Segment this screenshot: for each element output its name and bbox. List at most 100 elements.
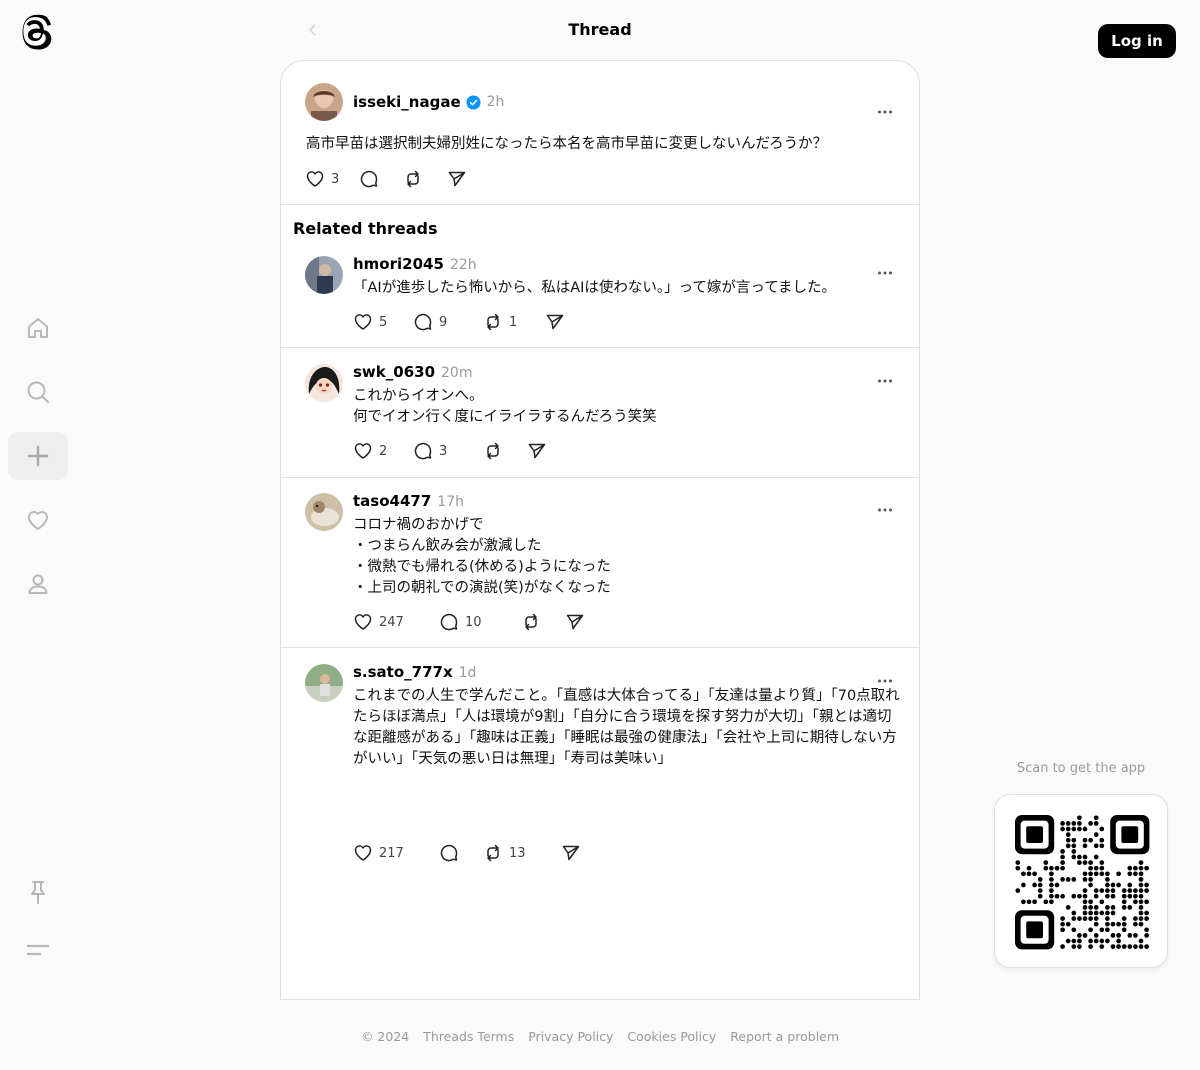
like-button[interactable]: 3	[305, 168, 359, 190]
share-icon	[562, 845, 580, 861]
post-actions: 247 10	[353, 611, 585, 633]
list-item[interactable]: s.sato_777x 1d これまでの人生で学んだこと。「直感は大体合ってる」…	[281, 649, 919, 862]
nav-menu[interactable]	[8, 926, 68, 974]
repost-button[interactable]: 13	[483, 842, 561, 864]
post-actions: 5 9 1	[353, 311, 565, 333]
reply-count: 9	[439, 314, 448, 330]
reply-button[interactable]: 9	[413, 311, 483, 333]
post-header: taso4477 17h	[353, 492, 464, 510]
like-button[interactable]: 5	[353, 311, 413, 333]
repost-count: 13	[509, 845, 526, 861]
share-button[interactable]	[561, 842, 581, 864]
nav-pin[interactable]	[8, 868, 68, 916]
footer-terms-link[interactable]: Threads Terms	[423, 1029, 514, 1044]
post-actions: 217 13	[353, 842, 581, 864]
list-item[interactable]: swk_0630 20m これからイオンへ。 何でイオン行く度にイライラするんだ…	[281, 349, 919, 478]
reply-button[interactable]: 3	[413, 440, 483, 462]
more-icon[interactable]	[877, 369, 893, 383]
avatar[interactable]	[305, 664, 343, 702]
like-button[interactable]: 2	[353, 440, 413, 462]
nav-profile[interactable]	[8, 560, 68, 608]
share-button[interactable]	[527, 440, 547, 462]
post-header: isseki_nagae 2h	[353, 93, 504, 111]
repost-button[interactable]	[521, 611, 565, 633]
verified-badge-icon	[466, 94, 481, 110]
thread-card: isseki_nagae 2h 高市早苗は選択制夫婦別姓になったら本名を高市早苗…	[280, 60, 920, 1000]
avatar[interactable]	[305, 364, 343, 402]
post-time: 22h	[449, 257, 477, 273]
repost-button[interactable]	[483, 440, 527, 462]
nav-home[interactable]	[8, 304, 68, 352]
qr-code-icon	[1015, 815, 1150, 950]
list-item[interactable]: taso4477 17h コロナ禍のおかげで ・つまらん飲み会が激減した ・微熱…	[281, 478, 919, 648]
post-time: 2h	[486, 94, 505, 110]
like-button[interactable]: 247	[353, 611, 439, 633]
search-icon	[27, 381, 49, 403]
reply-count: 10	[465, 614, 482, 630]
qr-label: Scan to get the app	[1016, 761, 1146, 776]
share-icon	[448, 171, 466, 187]
post-text: これまでの人生で学んだこと。「直感は大体合ってる」「友達は量より質」「70点取れ…	[353, 688, 900, 767]
footer-cookies-link[interactable]: Cookies Policy	[627, 1029, 716, 1044]
profile-icon	[28, 574, 48, 594]
heart-icon	[306, 171, 324, 187]
post-time: 20m	[441, 365, 473, 381]
username[interactable]: isseki_nagae	[353, 93, 461, 111]
username[interactable]: s.sato_777x	[353, 663, 453, 681]
share-button[interactable]	[565, 611, 585, 633]
list-item[interactable]: hmori2045 22h 「AIが進歩したら怖いから、私はAIは使わない。」っ…	[281, 243, 919, 348]
more-icon[interactable]	[877, 100, 893, 114]
username[interactable]: swk_0630	[353, 363, 435, 381]
more-icon[interactable]	[877, 669, 893, 683]
post-text: 「AIが進歩したら怖いから、私はAIは使わない。」って嫁が言ってました。	[353, 280, 836, 296]
page-title: Thread	[568, 20, 632, 39]
reply-button[interactable]	[359, 168, 403, 190]
repost-button[interactable]	[403, 168, 447, 190]
heart-icon	[354, 314, 372, 330]
comment-icon	[440, 613, 458, 631]
footer: © 2024 Threads Terms Privacy Policy Cook…	[0, 1029, 1200, 1044]
more-icon[interactable]	[877, 498, 893, 512]
repost-icon	[487, 844, 499, 862]
post-header: s.sato_777x 1d	[353, 663, 476, 681]
heart-icon	[354, 614, 372, 630]
repost-button[interactable]: 1	[483, 311, 545, 333]
nav-create[interactable]	[8, 432, 68, 480]
share-button[interactable]	[447, 168, 467, 190]
post-time: 1d	[458, 665, 477, 681]
avatar[interactable]	[305, 256, 343, 294]
login-button[interactable]: Log in	[1098, 24, 1176, 58]
like-count: 5	[379, 314, 388, 330]
activity-icon	[28, 511, 48, 530]
pin-icon	[31, 881, 45, 904]
username[interactable]: taso4477	[353, 492, 431, 510]
comment-icon	[360, 170, 378, 188]
qr-code[interactable]	[994, 794, 1168, 968]
footer-report-link[interactable]: Report a problem	[730, 1029, 839, 1044]
like-count: 217	[379, 845, 404, 861]
share-button[interactable]	[545, 311, 565, 333]
main-post: isseki_nagae 2h 高市早苗は選択制夫婦別姓になったら本名を高市早苗…	[281, 61, 919, 205]
repost-icon	[525, 613, 537, 631]
nav-search[interactable]	[8, 368, 68, 416]
reply-button[interactable]	[439, 842, 483, 864]
comment-icon	[414, 313, 432, 331]
avatar[interactable]	[305, 83, 343, 121]
post-text: コロナ禍のおかげで ・つまらん飲み会が激減した ・微熱でも帰れる(休める)ように…	[353, 517, 611, 596]
more-icon[interactable]	[877, 261, 893, 275]
avatar[interactable]	[305, 493, 343, 531]
share-icon	[528, 443, 546, 459]
share-icon	[566, 614, 584, 630]
post-time: 17h	[437, 494, 464, 510]
reply-button[interactable]: 10	[439, 611, 521, 633]
footer-privacy-link[interactable]: Privacy Policy	[528, 1029, 613, 1044]
like-count: 247	[379, 614, 404, 630]
like-button[interactable]: 217	[353, 842, 439, 864]
post-text: これからイオンへ。 何でイオン行く度にイライラするんだろう笑笑	[353, 388, 657, 425]
menu-icon	[26, 944, 50, 956]
post-header: hmori2045 22h	[353, 255, 477, 273]
username[interactable]: hmori2045	[353, 255, 444, 273]
repost-icon	[487, 313, 499, 331]
nav-activity[interactable]	[8, 496, 68, 544]
like-count: 3	[331, 171, 340, 187]
